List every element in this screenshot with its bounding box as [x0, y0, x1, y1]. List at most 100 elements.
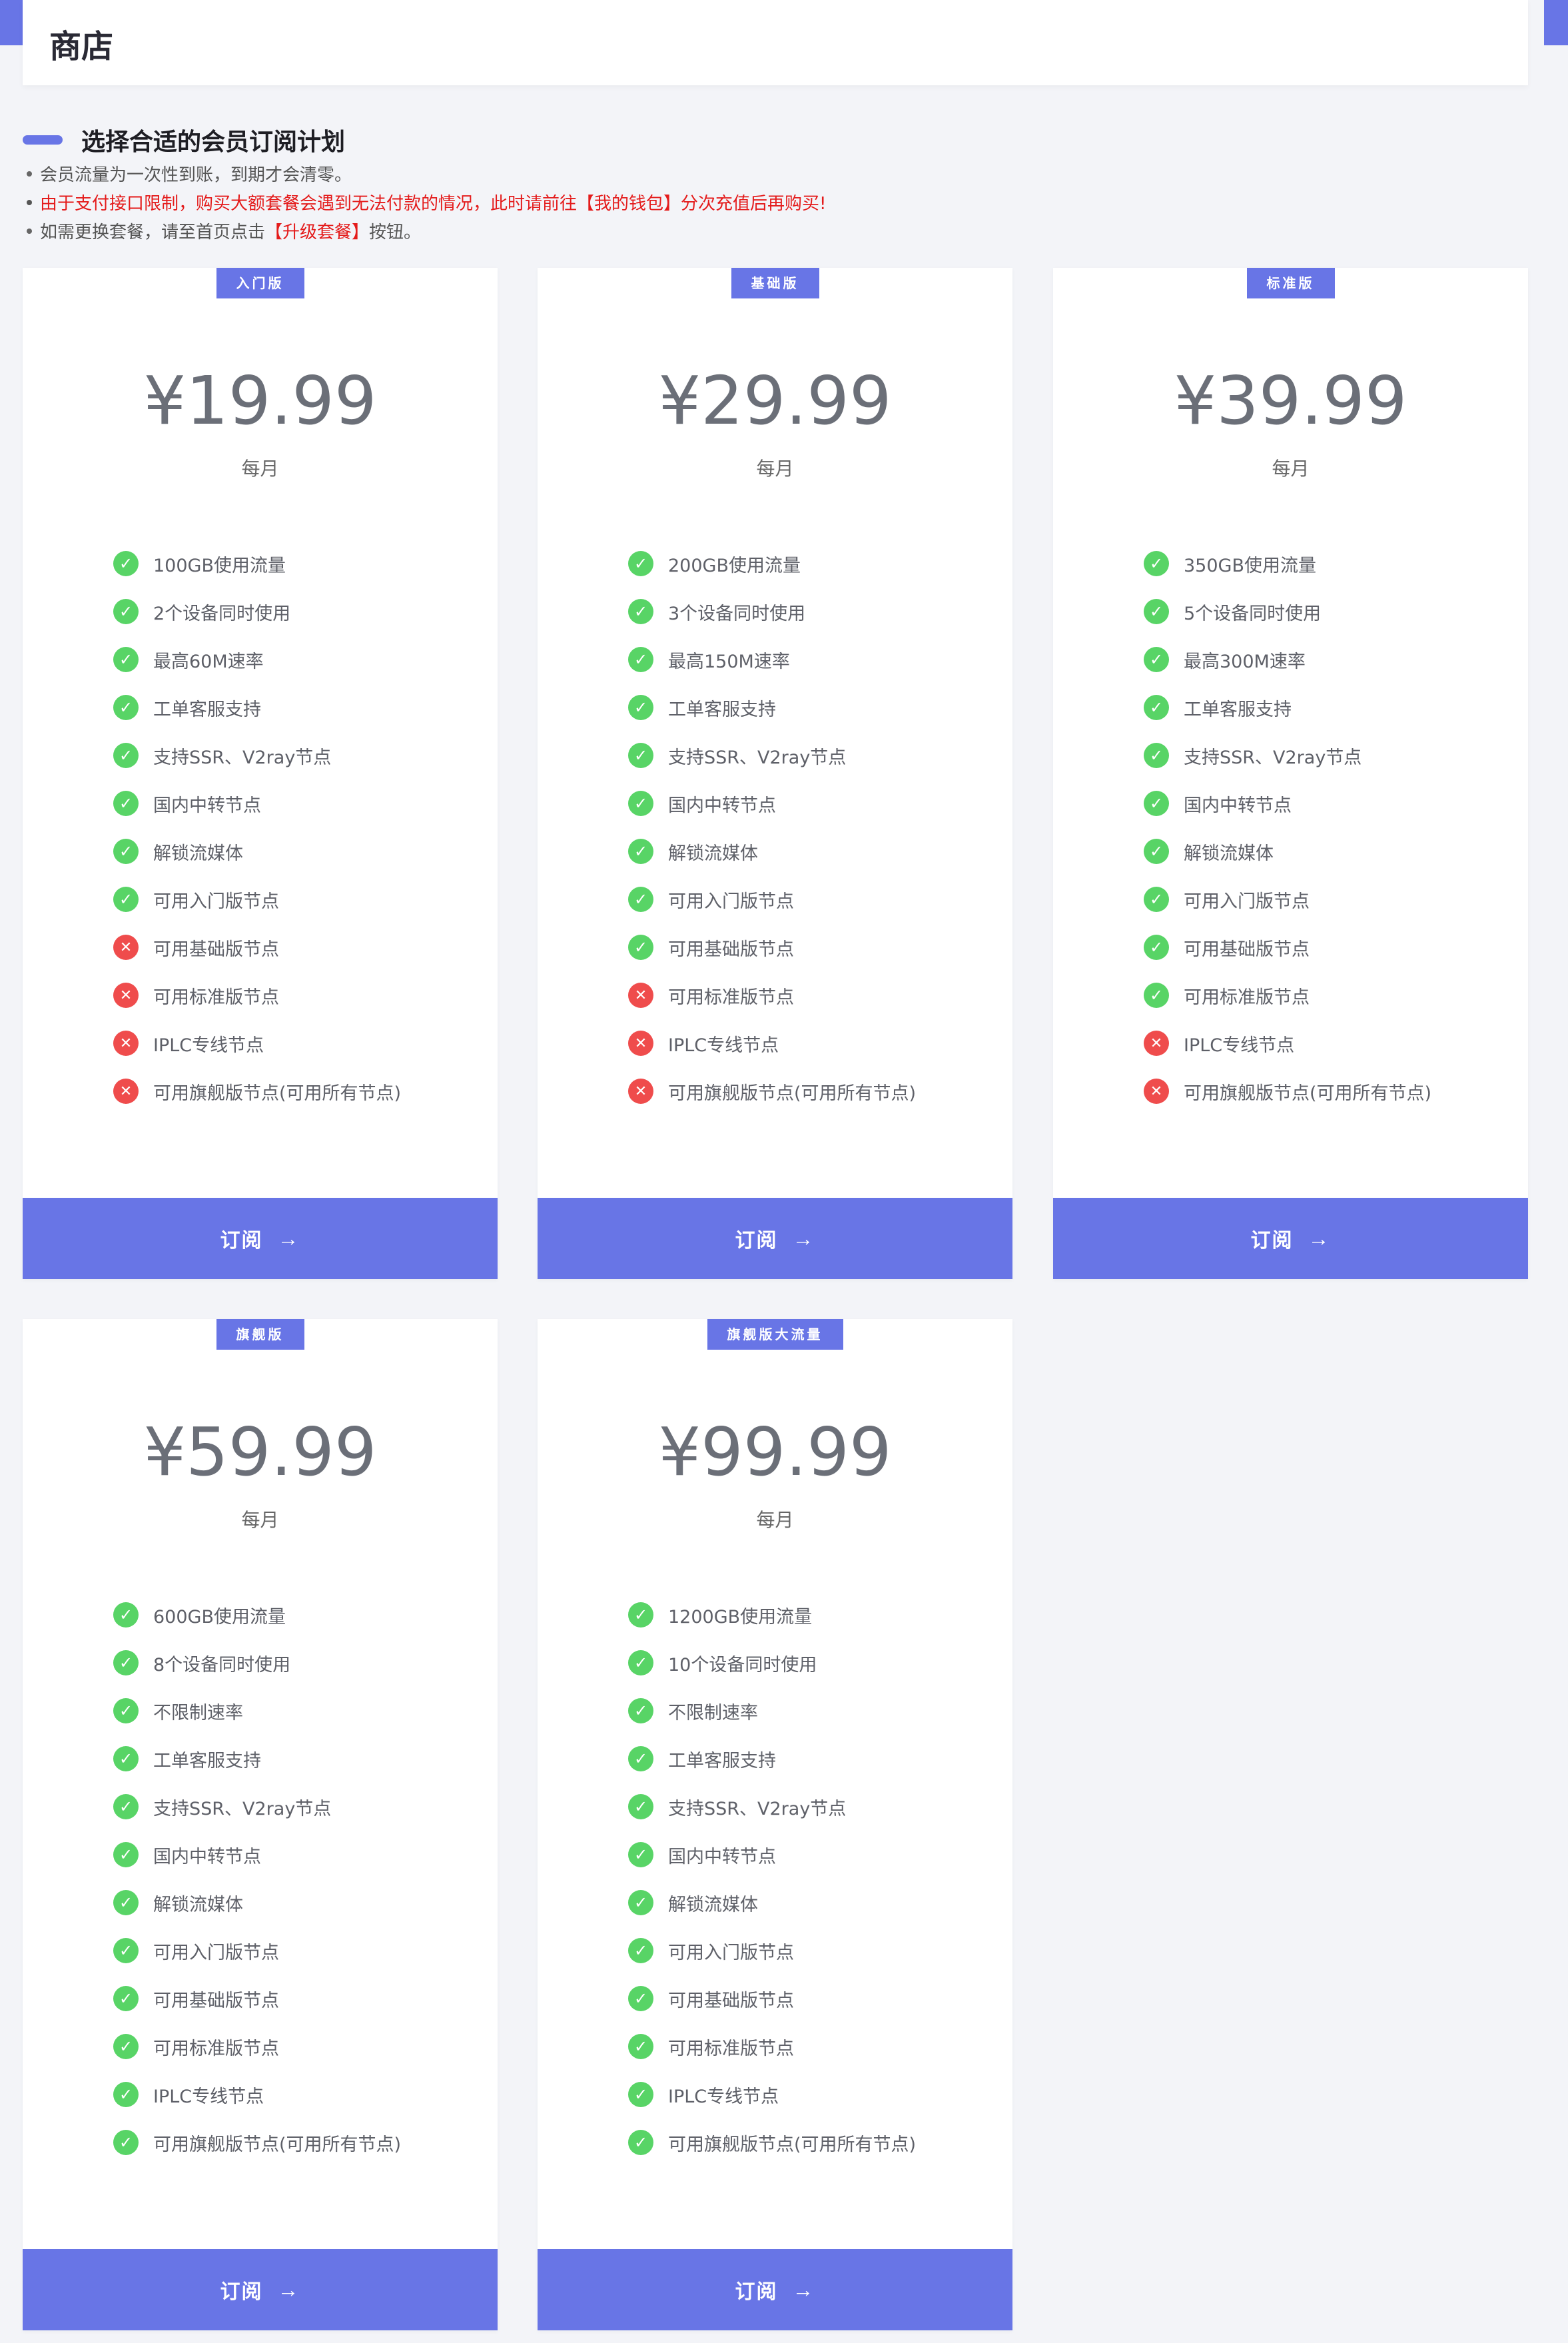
feature-text: 解锁流媒体 — [1184, 843, 1274, 864]
feature-item: ✓ 可用基础版节点 — [113, 1975, 401, 2023]
feature-item: ✓ 最高150M速率 — [628, 636, 916, 684]
notice-text: 由于支付接口限制，购买大额套餐会遇到无法付款的情况，此时请前往【我的钱包】分次充… — [40, 194, 827, 214]
cross-circle-icon: ✕ — [628, 1079, 653, 1104]
feature-text: 工单客服支持 — [153, 1750, 261, 1771]
check-circle-icon: ✓ — [113, 1890, 139, 1915]
subscribe-label: 订阅 — [735, 1230, 778, 1252]
feature-text: 可用标准版节点 — [668, 2038, 794, 2059]
plan-badge: 基础版 — [731, 268, 819, 298]
feature-text: 国内中转节点 — [668, 795, 776, 816]
plan-badge: 标准版 — [1246, 268, 1335, 298]
check-circle-icon: ✓ — [1144, 791, 1169, 816]
notice-text: 如需更换套餐，请至首页点击 — [40, 223, 266, 242]
feature-list: ✓ 600GB使用流量 ✓ 8个设备同时使用 ✓ 不限制速率 ✓ 工单客服支持 ✓ 支持SSR、V… — [113, 1591, 401, 2166]
plan-price: ¥39.99 — [1174, 362, 1407, 440]
feature-item: ✓ 不限制速率 — [113, 1687, 401, 1735]
feature-item: ✓ 国内中转节点 — [1144, 779, 1431, 827]
check-circle-icon: ✓ — [113, 647, 139, 672]
feature-text: 支持SSR、V2ray节点 — [668, 747, 847, 768]
check-circle-icon: ✓ — [1144, 935, 1169, 960]
feature-text: 350GB使用流量 — [1184, 555, 1316, 576]
feature-text: 可用入门版节点 — [668, 1942, 794, 1963]
feature-text: 不限制速率 — [668, 1702, 758, 1723]
feature-text: 支持SSR、V2ray节点 — [1184, 747, 1362, 768]
feature-item: ✓ 不限制速率 — [628, 1687, 916, 1735]
feature-text: 解锁流媒体 — [153, 843, 243, 864]
check-circle-icon: ✓ — [628, 551, 653, 576]
check-circle-icon: ✓ — [113, 1746, 139, 1771]
check-circle-icon: ✓ — [1144, 551, 1169, 576]
plan-price: ¥99.99 — [658, 1413, 892, 1491]
subscribe-label: 订阅 — [220, 2281, 263, 2303]
accent-corner-right — [1544, 0, 1568, 45]
feature-text: 可用入门版节点 — [1184, 891, 1310, 912]
subscribe-button[interactable]: 订阅 → — [1053, 1198, 1528, 1279]
feature-item: ✓ 支持SSR、V2ray节点 — [113, 731, 401, 779]
feature-item: ✓ 可用入门版节点 — [113, 875, 401, 923]
feature-item: ✓ 支持SSR、V2ray节点 — [113, 1783, 401, 1831]
feature-text: 可用基础版节点 — [153, 1990, 279, 2011]
arrow-right-icon: → — [277, 2277, 300, 2302]
feature-item: ✕ 可用旗舰版节点(可用所有节点) — [113, 1067, 401, 1115]
feature-item: ✕ IPLC专线节点 — [628, 1019, 916, 1067]
feature-text: 3个设备同时使用 — [668, 603, 806, 624]
check-circle-icon: ✓ — [628, 1890, 653, 1915]
plan-card: 入门版 ¥19.99 每月 ✓ 100GB使用流量 ✓ 2个设备同时使用 ✓ 最高60M速… — [23, 268, 498, 1279]
feature-text: 国内中转节点 — [153, 1846, 261, 1867]
check-circle-icon: ✓ — [628, 2130, 653, 2155]
feature-item: ✓ 可用入门版节点 — [113, 1927, 401, 1975]
feature-item: ✓ 国内中转节点 — [628, 1831, 916, 1879]
feature-item: ✓ 解锁流媒体 — [628, 1879, 916, 1927]
page-header: 商店 — [23, 0, 1528, 85]
feature-text: 2个设备同时使用 — [153, 603, 291, 624]
page-title: 商店 — [49, 28, 114, 65]
feature-text: 可用入门版节点 — [153, 891, 279, 912]
section-title: 选择合适的会员订阅计划 — [81, 129, 346, 156]
check-circle-icon: ✓ — [628, 1746, 653, 1771]
feature-item: ✓ 国内中转节点 — [628, 779, 916, 827]
feature-item: ✓ 支持SSR、V2ray节点 — [628, 731, 916, 779]
feature-text: 不限制速率 — [153, 1702, 243, 1723]
check-circle-icon: ✓ — [1144, 599, 1169, 624]
feature-item: ✓ 可用标准版节点 — [628, 2023, 916, 2071]
feature-text: 可用标准版节点 — [1184, 987, 1310, 1008]
feature-text: 8个设备同时使用 — [153, 1654, 291, 1675]
feature-item: ✓ 可用基础版节点 — [628, 1975, 916, 2023]
feature-item: ✓ 可用入门版节点 — [628, 875, 916, 923]
subscribe-label: 订阅 — [220, 1230, 263, 1252]
feature-item: ✓ 10个设备同时使用 — [628, 1639, 916, 1687]
check-circle-icon: ✓ — [628, 935, 653, 960]
check-circle-icon: ✓ — [113, 599, 139, 624]
feature-item: ✕ IPLC专线节点 — [1144, 1019, 1431, 1067]
plan-card: 基础版 ¥29.99 每月 ✓ 200GB使用流量 ✓ 3个设备同时使用 ✓ 最高150M… — [538, 268, 1012, 1279]
feature-item: ✓ 最高60M速率 — [113, 636, 401, 684]
feature-text: 工单客服支持 — [668, 699, 776, 720]
feature-text: 国内中转节点 — [668, 1846, 776, 1867]
subscribe-button[interactable]: 订阅 → — [23, 2249, 498, 2330]
feature-item: ✓ 工单客服支持 — [113, 684, 401, 731]
feature-text: 最高150M速率 — [668, 651, 790, 672]
subscribe-button[interactable]: 订阅 → — [538, 1198, 1012, 1279]
feature-item: ✓ 可用基础版节点 — [628, 923, 916, 971]
feature-item: ✓ 可用基础版节点 — [1144, 923, 1431, 971]
feature-text: 600GB使用流量 — [153, 1606, 286, 1628]
feature-item: ✓ 3个设备同时使用 — [628, 588, 916, 636]
feature-item: ✓ 工单客服支持 — [628, 684, 916, 731]
check-circle-icon: ✓ — [113, 1650, 139, 1675]
feature-item: ✓ 100GB使用流量 — [113, 540, 401, 588]
feature-text: 可用旗舰版节点(可用所有节点) — [668, 1083, 917, 1104]
feature-item: ✓ 解锁流媒体 — [113, 827, 401, 875]
feature-item: ✓ IPLC专线节点 — [628, 2071, 916, 2118]
check-circle-icon: ✓ — [628, 1794, 653, 1819]
cross-circle-icon: ✕ — [113, 983, 139, 1008]
subscribe-button[interactable]: 订阅 → — [23, 1198, 498, 1279]
plan-badge: 旗舰版 — [216, 1319, 304, 1350]
notice-item-warning: 由于支付接口限制，购买大额套餐会遇到无法付款的情况，此时请前往【我的钱包】分次充… — [27, 190, 826, 219]
feature-text: 可用标准版节点 — [153, 987, 279, 1008]
check-circle-icon: ✓ — [628, 647, 653, 672]
plan-card: 标准版 ¥39.99 每月 ✓ 350GB使用流量 ✓ 5个设备同时使用 ✓ 最高300M… — [1053, 268, 1528, 1279]
subscribe-button[interactable]: 订阅 → — [538, 2249, 1012, 2330]
feature-item: ✓ 1200GB使用流量 — [628, 1591, 916, 1639]
feature-item: ✓ IPLC专线节点 — [113, 2071, 401, 2118]
check-circle-icon: ✓ — [628, 1986, 653, 2011]
